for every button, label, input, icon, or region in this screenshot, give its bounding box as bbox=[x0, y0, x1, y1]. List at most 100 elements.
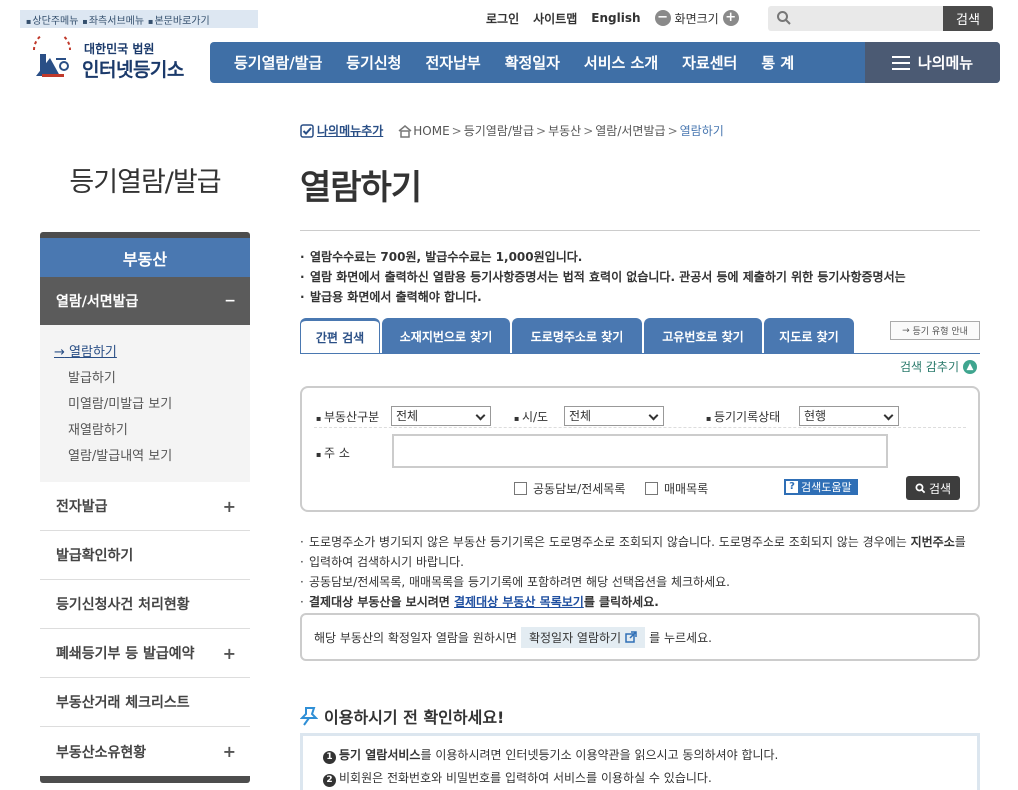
zoom-out-icon[interactable]: − bbox=[654, 10, 671, 26]
submenu-item-unviewed[interactable]: 미열람/미발급 보기 bbox=[54, 392, 250, 418]
search-button[interactable]: 검색 bbox=[906, 476, 960, 500]
arrow-right-icon: → bbox=[902, 325, 913, 336]
sales-list-checkbox[interactable]: 매매목록 bbox=[645, 480, 708, 497]
search-tabs: 간편 검색 소재지번으로 찾기 도로명주소로 찾기 고유번호로 찾기 지도로 찾… bbox=[300, 318, 856, 354]
hide-search-toggle[interactable]: 검색 감추기 ▲ bbox=[900, 358, 978, 375]
gnb-item-registration[interactable]: 등기신청 bbox=[334, 52, 413, 73]
login-link[interactable]: 로그인 bbox=[486, 10, 519, 27]
tab-simple-search[interactable]: 간편 검색 bbox=[300, 318, 380, 354]
sido-select[interactable]: 전체 bbox=[564, 406, 664, 426]
skip-link-side-menu[interactable]: 좌측서브메뉴 bbox=[82, 12, 144, 27]
zoom-in-icon[interactable]: + bbox=[722, 10, 739, 26]
hamburger-icon bbox=[891, 55, 910, 70]
add-my-menu-button[interactable]: 나의메뉴추가 bbox=[300, 122, 383, 139]
note-line: 도로명주소가 병기되지 않은 부동산 등기기록은 도로명주소로 조회되지 않습니… bbox=[300, 532, 980, 552]
note-line: 공동담보/전세목록, 매매목록을 등기기록에 포함하려면 해당 선택옵션을 체크… bbox=[300, 572, 980, 592]
tab-lot-number[interactable]: 소재지번으로 찾기 bbox=[382, 318, 510, 354]
address-input[interactable] bbox=[392, 434, 888, 468]
before-use-box: 1 등기 열람서비스를 이용하시려면 인터넷등기소 이용약관을 읽으시고 동의하셔… bbox=[300, 733, 980, 790]
court-emblem-icon bbox=[33, 36, 71, 77]
question-icon: ? bbox=[786, 481, 798, 493]
gnb-item-fixed-date[interactable]: 확정일자 bbox=[493, 52, 572, 73]
site-logo[interactable]: 대한민국 법원 인터넷등기소 bbox=[26, 36, 198, 84]
gnb-item-e-payment[interactable]: 전자납부 bbox=[413, 52, 492, 73]
submenu-item-issue[interactable]: 발급하기 bbox=[54, 366, 250, 392]
search-form: 부동산구분 전체 시/도 전체 등기기록상태 현행 주 소 공동담보/전세목록 … bbox=[300, 386, 980, 512]
breadcrumb-home[interactable]: HOME bbox=[413, 124, 449, 138]
note-line: 입력하여 검색하시기 바랍니다. bbox=[300, 552, 980, 572]
fixed-date-pre: 해당 부동산의 확정일자 열람을 원하시면 bbox=[314, 630, 517, 645]
sidebar-category[interactable]: 부동산 bbox=[40, 238, 250, 277]
top-search: 검색 bbox=[768, 6, 993, 31]
submenu-item-history[interactable]: 열람/발급내역 보기 bbox=[54, 444, 250, 470]
gnb-item-data-center[interactable]: 자료센터 bbox=[670, 52, 749, 73]
sido-label: 시/도 bbox=[514, 408, 548, 425]
gnb-item-statistics[interactable]: 통 계 bbox=[749, 52, 806, 73]
search-label: 검색 bbox=[928, 481, 952, 496]
type-select[interactable]: 전체 bbox=[391, 406, 491, 426]
payment-list-link[interactable]: 결제대상 부동산 목록보기 bbox=[454, 595, 584, 609]
collapse-icon: − bbox=[224, 293, 236, 309]
main-nav: 등기열람/발급 등기신청 전자납부 확정일자 서비스 소개 자료센터 통 계 나… bbox=[210, 42, 1000, 83]
submenu-item-review[interactable]: 재열람하기 bbox=[54, 418, 250, 444]
joint-collateral-checkbox[interactable]: 공동담보/전세목록 bbox=[514, 480, 625, 497]
guide-label: 등기 유형 안내 bbox=[912, 327, 968, 337]
before-item: 2 비회원은 전화번호와 비밀번호를 입력하여 서비스를 이용하실 수 있습니다. bbox=[323, 767, 977, 790]
sitemap-link[interactable]: 사이트맵 bbox=[533, 10, 577, 27]
util-links: 로그인 사이트맵 English − 화면크기 + bbox=[486, 8, 739, 28]
gnb-item-view-issue[interactable]: 등기열람/발급 bbox=[210, 52, 334, 73]
page-title: 열람하기 bbox=[300, 168, 422, 208]
tab-map[interactable]: 지도로 찾기 bbox=[764, 318, 854, 354]
tab-road-address[interactable]: 도로명주소로 찾기 bbox=[512, 318, 642, 354]
skip-link-top-menu[interactable]: 상단주메뉴 bbox=[26, 12, 78, 27]
font-size-control: − 화면크기 + bbox=[654, 10, 739, 27]
add-my-menu-label: 나의메뉴추가 bbox=[317, 124, 384, 138]
sidebar-item-checklist[interactable]: 부동산거래 체크리스트 bbox=[40, 678, 250, 727]
tab-unique-number[interactable]: 고유번호로 찾기 bbox=[644, 318, 762, 354]
status-select-value: 현행 bbox=[804, 409, 827, 423]
number-1-icon: 1 bbox=[323, 751, 336, 764]
english-link[interactable]: English bbox=[591, 11, 640, 25]
title-divider bbox=[300, 230, 980, 231]
expand-icon: + bbox=[222, 643, 236, 663]
sidebar-title: 등기열람/발급 bbox=[69, 167, 221, 198]
notice-line: 발급용 화면에서 출력해야 합니다. bbox=[300, 287, 980, 307]
sidebar-item-case-status[interactable]: 등기신청사건 처리현황 bbox=[40, 580, 250, 629]
status-label: 등기기록상태 bbox=[706, 408, 780, 425]
registry-type-guide-button[interactable]: → 등기 유형 안내 bbox=[890, 321, 980, 340]
fee-notice: 열람수수료는 700원, 발급수수료는 1,000원입니다. 열람 화면에서 출… bbox=[300, 247, 980, 307]
sidebar-item-e-issue[interactable]: 전자발급 + bbox=[40, 482, 250, 531]
breadcrumb-print[interactable]: 열람/서면발급 bbox=[595, 122, 665, 139]
breadcrumb-real-estate[interactable]: 부동산 bbox=[548, 122, 581, 139]
sidebar-nav: 부동산 열람/서면발급 − → 열람하기 발급하기 미열람/미발급 보기 재열람… bbox=[40, 232, 250, 783]
breadcrumb-separator: > bbox=[451, 123, 462, 138]
top-search-button[interactable]: 검색 bbox=[943, 6, 993, 31]
status-select[interactable]: 현행 bbox=[799, 406, 899, 426]
type-label: 부동산구분 bbox=[316, 408, 379, 425]
fixed-date-label: 확정일자 열람하기 bbox=[528, 630, 622, 645]
search-help-button[interactable]: ? 검색도움말 bbox=[784, 479, 858, 495]
search-icon bbox=[777, 11, 791, 25]
sidebar-item-issue-check[interactable]: 발급확인하기 bbox=[40, 531, 250, 580]
sidebar-item-view-issue[interactable]: 열람/서면발급 − bbox=[40, 277, 250, 325]
skip-link-content[interactable]: 본문바로가기 bbox=[148, 12, 209, 27]
my-menu-button[interactable]: 나의메뉴 bbox=[865, 42, 1000, 83]
sidebar-item-label: 발급확인하기 bbox=[56, 548, 134, 564]
sidebar-item-closed-registry[interactable]: 폐쇄등기부 등 발급예약 + bbox=[40, 629, 250, 678]
type-select-value: 전체 bbox=[396, 409, 419, 423]
gnb-item-service-intro[interactable]: 서비스 소개 bbox=[572, 52, 670, 73]
submenu-item-view[interactable]: → 열람하기 bbox=[54, 340, 250, 366]
top-search-input[interactable] bbox=[798, 9, 938, 28]
checkbox-icon bbox=[514, 482, 527, 495]
skip-nav: 상단주메뉴 좌측서브메뉴 본문바로가기 bbox=[20, 10, 258, 28]
sidebar-bottom-bar bbox=[40, 776, 250, 783]
fixed-date-view-button[interactable]: 확정일자 열람하기 bbox=[520, 626, 646, 648]
sidebar-item-label: 부동산소유현황 bbox=[56, 744, 147, 761]
breadcrumb-view-issue[interactable]: 등기열람/발급 bbox=[464, 122, 534, 139]
checkbox-label: 매매목록 bbox=[664, 482, 709, 496]
sido-select-value: 전체 bbox=[569, 409, 592, 423]
sidebar-item-label: 등기신청사건 처리현황 bbox=[56, 597, 190, 613]
sidebar-item-ownership[interactable]: 부동산소유현황 + bbox=[40, 727, 250, 776]
home-icon bbox=[398, 124, 412, 138]
before-item: 1 등기 열람서비스를 이용하시려면 인터넷등기소 이용약관을 읽으시고 동의하셔… bbox=[323, 744, 977, 767]
